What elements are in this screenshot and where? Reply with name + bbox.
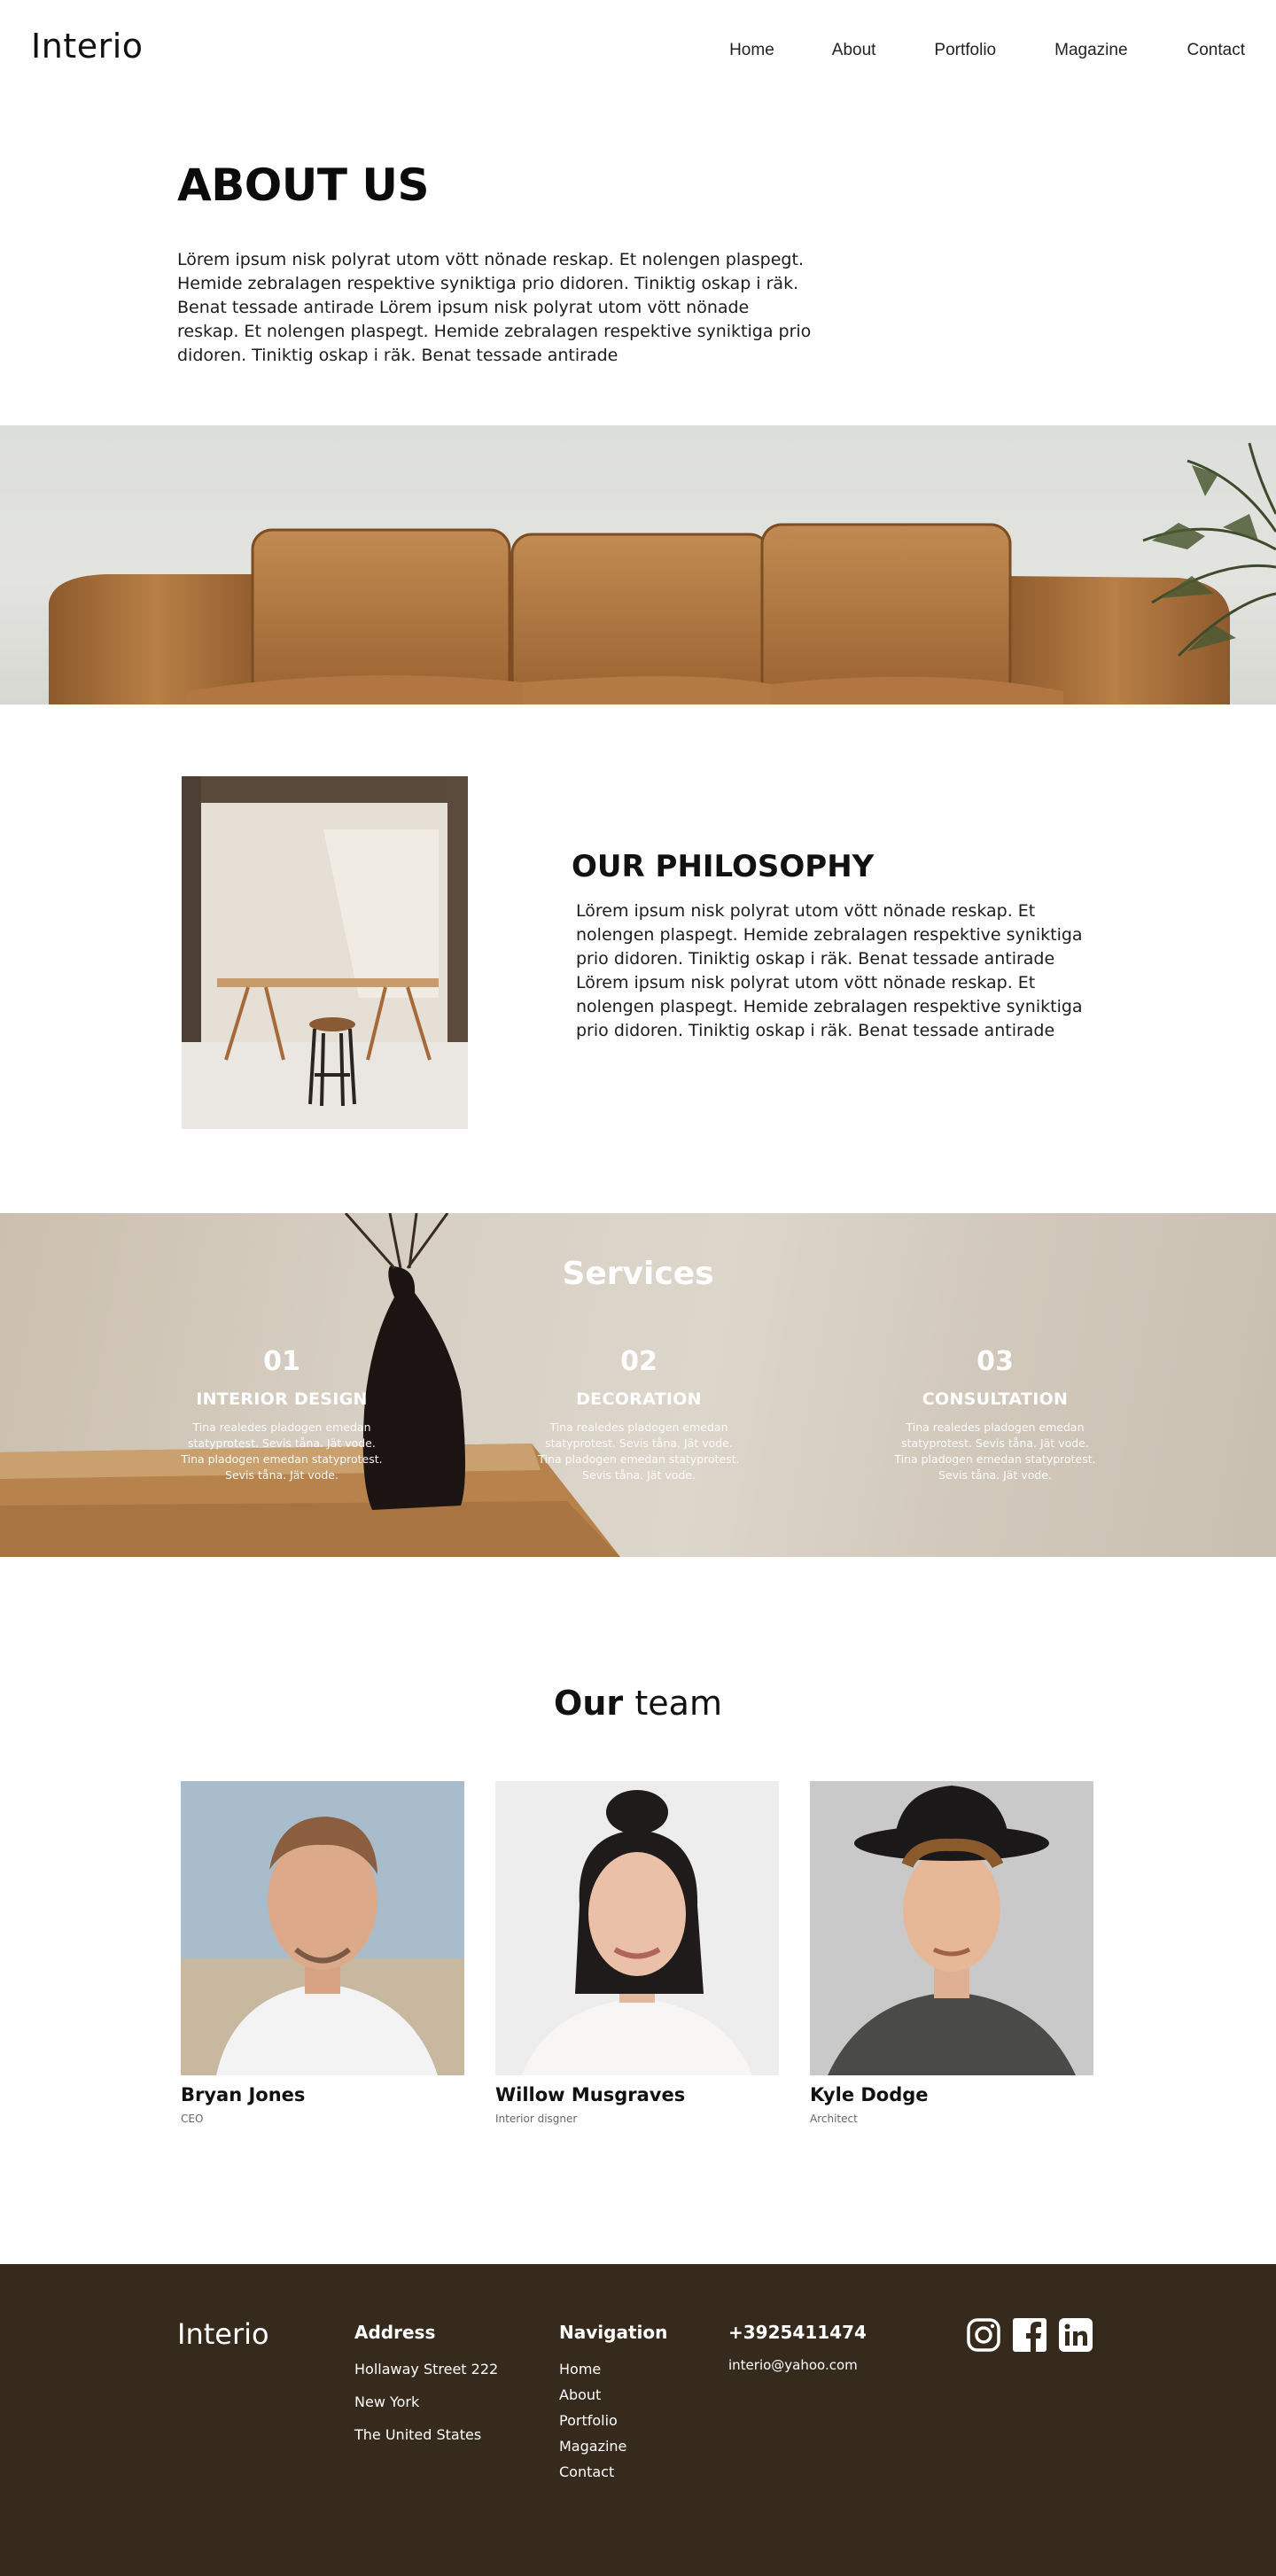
service-number: 01	[263, 1346, 300, 1377]
instagram-icon[interactable]	[966, 2317, 1001, 2353]
sofa-banner-image	[0, 425, 1276, 704]
footer-email[interactable]: interio@yahoo.com	[728, 2357, 867, 2373]
footer-phone[interactable]: +3925411474	[728, 2322, 867, 2343]
main-nav: Home About Portfolio Magazine Contact	[729, 41, 1245, 60]
nav-magazine[interactable]: Magazine	[1054, 41, 1127, 60]
service-name: DECORATION	[576, 1389, 702, 1409]
service-name: CONSULTATION	[922, 1389, 1069, 1409]
footer: Interio Address Hollaway Street 222 New …	[0, 2264, 1276, 2576]
site-logo[interactable]: Interio	[31, 27, 144, 66]
team-member-card: Kyle Dodge Architect	[810, 1781, 1093, 2125]
footer-nav-about[interactable]: About	[559, 2386, 667, 2403]
footer-address-line: The United States	[354, 2426, 482, 2443]
nav-about[interactable]: About	[832, 41, 876, 60]
service-number: 02	[620, 1346, 657, 1377]
team-member-role: CEO	[181, 2113, 204, 2125]
team-member-name: Willow Musgraves	[495, 2084, 686, 2105]
linkedin-icon[interactable]	[1058, 2317, 1093, 2353]
footer-nav-title: Navigation	[559, 2322, 668, 2343]
footer-address-title: Address	[354, 2322, 436, 2343]
footer-nav-home[interactable]: Home	[559, 2361, 667, 2378]
service-name: INTERIOR DESIGN	[196, 1389, 368, 1409]
team-member-role: Architect	[810, 2113, 858, 2125]
service-item: 01 INTERIOR DESIGN Tina realedes pladoge…	[175, 1346, 388, 1483]
service-item: 03 CONSULTATION Tina realedes pladogen e…	[889, 1346, 1101, 1483]
footer-nav-contact[interactable]: Contact	[559, 2463, 667, 2480]
team-member-photo	[495, 1781, 779, 2075]
social-links	[966, 2317, 1093, 2353]
footer-navigation: Navigation Home About Portfolio Magazine…	[559, 2322, 667, 2480]
services-title: Services	[562, 1256, 714, 1292]
team-member-photo	[810, 1781, 1093, 2075]
philosophy-text: Lörem ipsum nisk polyrat utom vött nönad…	[576, 901, 1083, 1040]
footer-contact: +3925411474 interio@yahoo.com	[728, 2322, 867, 2373]
about-title: ABOUT US	[177, 160, 430, 211]
team-title-bold: Our	[554, 1684, 624, 1723]
team-title: Our team	[0, 1684, 1276, 1723]
nav-portfolio[interactable]: Portfolio	[934, 41, 996, 60]
team-member-photo	[181, 1781, 464, 2075]
services-section: Services 01 INTERIOR DESIGN Tina realede…	[0, 1213, 1276, 1557]
service-text: Tina realedes pladogen emedan statyprote…	[894, 1420, 1096, 1482]
footer-logo[interactable]: Interio	[177, 2317, 269, 2351]
team-member-card: Bryan Jones CEO	[181, 1781, 464, 2125]
team-member-name: Kyle Dodge	[810, 2084, 929, 2105]
philosophy-title: OUR PHILOSOPHY	[572, 849, 875, 884]
about-text: Lörem ipsum nisk polyrat utom vött nönad…	[177, 250, 812, 365]
service-number: 03	[976, 1346, 1014, 1377]
nav-home[interactable]: Home	[729, 41, 774, 60]
team-member-card: Willow Musgraves Interior disgner	[495, 1781, 779, 2125]
footer-nav-magazine[interactable]: Magazine	[559, 2438, 667, 2455]
nav-contact[interactable]: Contact	[1187, 41, 1245, 60]
footer-address: Address Hollaway Street 222 New York The…	[354, 2322, 498, 2443]
facebook-icon[interactable]	[1012, 2317, 1047, 2353]
service-text: Tina realedes pladogen emedan statyprote…	[538, 1420, 740, 1482]
footer-address-line: New York	[354, 2393, 420, 2410]
team-title-light: team	[634, 1684, 722, 1723]
footer-address-line: Hollaway Street 222	[354, 2361, 499, 2378]
service-item: 02 DECORATION Tina realedes pladogen eme…	[533, 1346, 745, 1483]
service-text: Tina realedes pladogen emedan statyprote…	[181, 1420, 383, 1482]
philosophy-image	[182, 776, 468, 1129]
footer-nav-portfolio[interactable]: Portfolio	[559, 2412, 667, 2429]
team-member-role: Interior disgner	[495, 2113, 578, 2125]
team-member-name: Bryan Jones	[181, 2084, 306, 2105]
